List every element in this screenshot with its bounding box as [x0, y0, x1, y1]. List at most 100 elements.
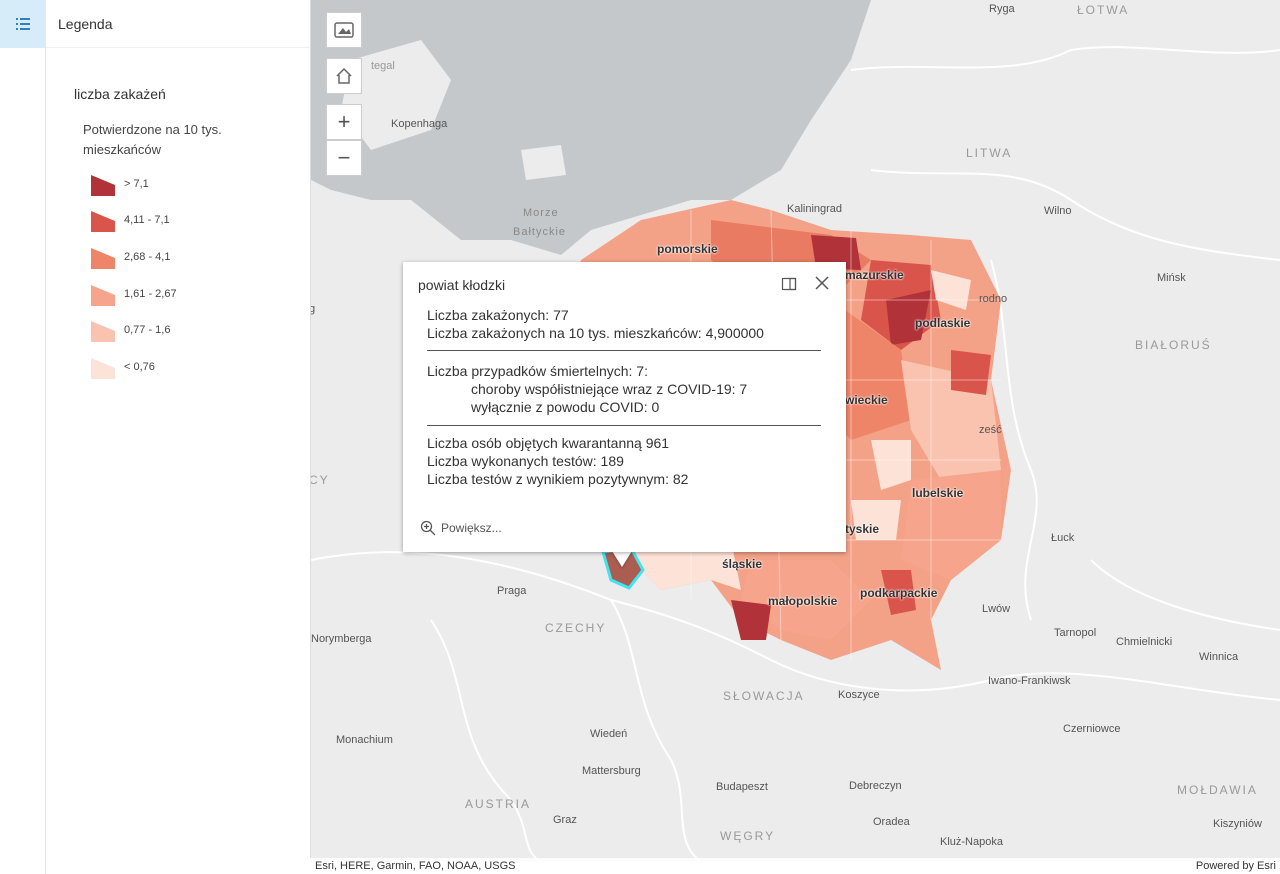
zoom-in-button[interactable]: + [326, 104, 362, 140]
island [521, 145, 566, 180]
legend-class-row: 0,77 - 1,6 [90, 316, 170, 344]
poland-region [731, 600, 771, 640]
popup-divider [427, 425, 821, 426]
map-label-ryga: Ryga [989, 3, 1015, 15]
plus-icon: + [337, 109, 351, 134]
map-label-slaskie: śląskie [722, 557, 763, 571]
home-icon [336, 67, 352, 84]
map-label-pomorskie: pomorskie [657, 242, 718, 256]
attribution-powered-by[interactable]: Powered by Esri [1196, 860, 1276, 872]
legend-class-row: 1,61 - 2,67 [90, 280, 177, 308]
map-label-koszyce: Koszyce [838, 689, 880, 701]
map-label-chmielnicki: Chmielnicki [1116, 636, 1173, 648]
popup-quarantine: Liczba osób objętych kwarantanną 961 [427, 435, 670, 451]
legend-class-label: 1,61 - 2,67 [124, 288, 177, 300]
map-label-mattersburg: Mattersburg [582, 765, 641, 777]
map-label-kluz-napoka: Kluż-Napoka [940, 836, 1003, 848]
popup-tests: Liczba wykonanych testów: 189 [427, 453, 624, 469]
legend-class-row: 4,11 - 7,1 [90, 206, 170, 234]
legend-field-label: Potwierdzone na 10 tys. mieszkańców [83, 122, 222, 157]
map-label-podkarpackie: podkarpackie [860, 586, 938, 600]
zoom-out-button[interactable]: − [326, 140, 362, 176]
popup-cases: Liczba zakażonych: 77 [427, 307, 569, 323]
feature-popup: powiat kłodzki Liczba zakażonych: 77 Lic… [403, 262, 846, 552]
map-label-podlaskie: podlaskie [915, 316, 971, 330]
map-label-winnica: Winnica [1199, 651, 1239, 663]
legend-header: Legenda [46, 0, 310, 48]
legend-class-label: > 7,1 [124, 178, 149, 190]
map-label-lubelskie: lubelskie [912, 486, 964, 500]
legend-swatch [91, 248, 115, 269]
image-icon [334, 22, 354, 38]
legend-swatch [91, 175, 115, 196]
map-label-graz: Graz [553, 814, 577, 826]
list-icon [16, 18, 30, 30]
map-label-czerniowce: Czerniowce [1063, 723, 1121, 735]
popup-dock-button[interactable] [781, 276, 797, 292]
map-label-zesc: ześć [979, 424, 1002, 436]
popup-deaths: Liczba przypadków śmiertelnych: 7: [427, 363, 648, 379]
home-button[interactable] [326, 58, 362, 94]
legend-class-row: 2,68 - 4,1 [90, 243, 170, 271]
poland-region [951, 350, 991, 395]
map-label-moldawia: MOŁDAWIA [1177, 783, 1258, 797]
map-label-iwano-frankiwsk: Iwano-Frankiwsk [988, 675, 1071, 687]
map-label-budapeszt: Budapeszt [716, 781, 768, 793]
legend-swatch [91, 358, 115, 379]
legend-class-label: 4,11 - 7,1 [124, 214, 170, 226]
popup-divider [427, 350, 821, 351]
legend-swatch [91, 285, 115, 306]
map-label-praga: Praga [497, 585, 527, 597]
map-label-slowacja: SŁOWACJA [723, 689, 805, 703]
legend-class-label: 0,77 - 1,6 [124, 324, 171, 336]
popup-zoom-label: Powiększ... [441, 521, 502, 535]
map-label-czechy: CZECHY [545, 621, 607, 635]
map-label-wilno: Wilno [1044, 205, 1072, 217]
app: Legenda liczba zakażeń Potwierdzone na 1… [0, 0, 1280, 874]
popup-deaths-covid-only: wyłącznie z powodu COVID: 0 [471, 399, 660, 415]
map-label-wegry: WĘGRY [720, 829, 776, 843]
popup-zoom-link[interactable]: Powiększ... [420, 520, 502, 536]
map-label-debreczyn: Debreczyn [849, 780, 902, 792]
map-label-cy: CY [311, 473, 330, 487]
map-label-kiszyniow: Kiszyniów [1213, 818, 1262, 830]
dock-icon [781, 277, 797, 291]
map-label-morze: Morze [523, 207, 559, 219]
map-label-g: g [311, 303, 316, 315]
map-label-oradea: Oradea [873, 816, 910, 828]
map-label-lotwa: ŁOTWA [1077, 3, 1130, 17]
map-label-tarnopol: Tarnopol [1054, 627, 1097, 639]
minus-icon: − [337, 145, 351, 170]
popup-pointer [612, 551, 632, 567]
legend-class-row: > 7,1 [90, 170, 149, 198]
popup-cases-per-10k: Liczba zakażonych na 10 tys. mieszkańców… [427, 325, 764, 341]
map-label-luck: Łuck [1051, 532, 1075, 544]
map-label-norymberga: Norymberga [311, 633, 372, 645]
left-rail [0, 0, 46, 874]
map-label-wieckie: wieckie [845, 393, 888, 407]
map-label-malopolskie: małopolskie [768, 594, 838, 608]
zoom-in-icon [420, 520, 436, 536]
legend-class-row: < 0,76 [90, 353, 155, 381]
basemap-gallery-button[interactable] [326, 12, 362, 48]
legend-toggle-button[interactable] [0, 0, 46, 48]
popup-deaths-comorbidities: choroby współistniejące wraz z COVID-19:… [471, 381, 748, 397]
legend-swatch [91, 211, 115, 232]
map-label-egal: tegal [371, 60, 395, 72]
map-label-austria: AUSTRIA [465, 797, 532, 811]
map-label-baltyckie: Bałtyckie [513, 226, 567, 238]
popup-title: powiat kłodzki [418, 277, 506, 293]
map-label-bialorus: BIAŁORUŚ [1135, 338, 1212, 352]
map-label-kaliningrad: Kaliningrad [787, 203, 843, 215]
legend-layer-title: liczba zakażeń [74, 86, 166, 102]
map-label-litwa: LITWA [966, 146, 1013, 160]
legend-class-label: 2,68 - 4,1 [124, 251, 171, 263]
map-label-tyskie: tyskie [845, 522, 880, 536]
legend-class-label: < 0,76 [124, 361, 155, 373]
map-label-monachium: Monachium [336, 734, 393, 746]
map-label-lwow: Lwów [982, 603, 1011, 615]
popup-close-button[interactable] [813, 274, 831, 292]
attribution-sources: Esri, HERE, Garmin, FAO, NOAA, USGS [315, 860, 516, 872]
popup-positive-tests: Liczba testów z wynikiem pozytywnym: 82 [427, 471, 689, 487]
close-icon [815, 276, 829, 290]
